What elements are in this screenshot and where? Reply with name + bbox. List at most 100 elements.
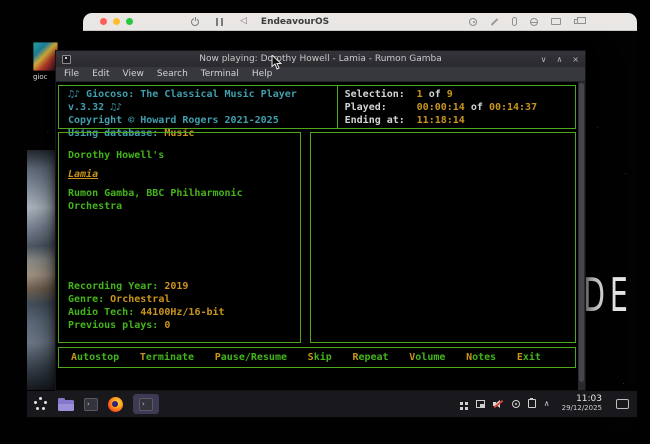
windows-icon[interactable] bbox=[574, 19, 581, 24]
updates-icon[interactable] bbox=[460, 402, 463, 405]
previous-plays-line: Previous plays: 0 bbox=[68, 319, 291, 332]
terminal-window-buttons: ∨ ∧ × bbox=[541, 55, 579, 64]
giocoso-tui: ♫♪ Giocoso: The Classical Music Player v… bbox=[58, 85, 576, 368]
selection-total: 9 bbox=[447, 89, 453, 100]
traffic-lights bbox=[100, 18, 133, 25]
performers-line: Rumon Gamba, BBC Philharmonic Orchestra bbox=[68, 187, 291, 213]
display-icon[interactable] bbox=[551, 18, 561, 25]
control-exit[interactable]: Exit bbox=[517, 351, 541, 364]
terminal-window-title: Now playing: Dorothy Howell - Lamia - Ru… bbox=[56, 54, 585, 64]
brightness-icon[interactable] bbox=[512, 400, 520, 408]
previous-plays-label: Previous plays: bbox=[68, 320, 158, 331]
vm-titlebar[interactable]: ◁ EndeavourOS bbox=[83, 13, 637, 31]
tui-header: ♫♪ Giocoso: The Classical Music Player v… bbox=[58, 85, 576, 129]
track-top-group: Dorothy Howell's Lamia Rumon Gamba, BBC … bbox=[68, 149, 291, 219]
terminal-app-icon bbox=[62, 55, 71, 64]
system-tray: ∧ 11:03 29/12/2025 bbox=[460, 395, 629, 413]
control-terminate[interactable]: Terminate bbox=[140, 351, 194, 364]
power-icon[interactable] bbox=[191, 18, 199, 26]
close-window-button[interactable] bbox=[100, 18, 107, 25]
vm-toolbar-left: ◁ bbox=[191, 17, 247, 26]
track-info-panel: Dorothy Howell's Lamia Rumon Gamba, BBC … bbox=[58, 132, 301, 343]
ending-label: Ending at: bbox=[345, 114, 411, 127]
played-value: 00:00:14 bbox=[417, 102, 465, 113]
audio-tech-line: Audio Tech: 44100Hz/16-bit bbox=[68, 306, 291, 319]
file-manager-icon[interactable] bbox=[58, 400, 74, 411]
selection-value: 1 bbox=[417, 89, 423, 100]
previous-plays-value: 0 bbox=[164, 320, 170, 331]
active-terminal-icon: › bbox=[139, 398, 153, 411]
eject-icon[interactable]: ◁ bbox=[240, 17, 247, 26]
minimize-window-button[interactable] bbox=[113, 18, 120, 25]
ending-value: 11:18:14 bbox=[417, 115, 465, 126]
applications-menu-icon[interactable] bbox=[33, 397, 48, 412]
menu-terminal[interactable]: Terminal bbox=[201, 69, 239, 79]
firefox-icon[interactable] bbox=[108, 397, 123, 412]
clock-date: 29/12/2025 bbox=[562, 405, 602, 413]
control-notes[interactable]: Notes bbox=[466, 351, 496, 364]
work-title: Lamia bbox=[68, 168, 291, 181]
gear-icon[interactable] bbox=[469, 18, 477, 26]
usb-icon[interactable] bbox=[512, 17, 517, 26]
volume-muted-icon[interactable] bbox=[493, 399, 504, 409]
terminal-titlebar[interactable]: Now playing: Dorothy Howell - Lamia - Ru… bbox=[56, 51, 585, 67]
tui-body: Dorothy Howell's Lamia Rumon Gamba, BBC … bbox=[58, 132, 576, 343]
audio-tech-value: 44100Hz/16-bit bbox=[140, 307, 224, 318]
scrollbar-thumb[interactable] bbox=[579, 83, 584, 382]
wallpaper-stars bbox=[27, 31, 28, 32]
clipboard-icon[interactable] bbox=[528, 399, 536, 408]
control-repeat[interactable]: Repeat bbox=[352, 351, 388, 364]
zoom-window-button[interactable] bbox=[126, 18, 133, 25]
screenshot-root: ◁ EndeavourOS DE gioc bbox=[0, 0, 650, 444]
played-line: Played: 00:00:14 of 00:14:37 bbox=[345, 101, 575, 114]
menu-help[interactable]: Help bbox=[252, 69, 273, 79]
wallpaper-planet bbox=[27, 150, 57, 390]
terminal-scrollbar[interactable] bbox=[578, 82, 585, 390]
terminal-window: Now playing: Dorothy Howell - Lamia - Ru… bbox=[55, 50, 586, 391]
vm-toolbar-right bbox=[469, 17, 581, 26]
active-window-task-button[interactable]: › bbox=[133, 394, 159, 414]
vm-window-title: EndeavourOS bbox=[261, 17, 329, 27]
played-label: Played: bbox=[345, 101, 411, 114]
track-meta-group: Recording Year: 2019 Genre: Orchestral A… bbox=[68, 280, 291, 332]
menu-file[interactable]: File bbox=[64, 69, 79, 79]
terminal-menubar: File Edit View Search Terminal Help bbox=[56, 67, 585, 82]
app-title-line: ♫♪ Giocoso: The Classical Music Player v… bbox=[68, 88, 337, 114]
taskbar-launchers: › › bbox=[33, 394, 159, 414]
control-skip[interactable]: Skip bbox=[308, 351, 332, 364]
recording-year-label: Recording Year: bbox=[68, 281, 158, 292]
selection-of: of bbox=[429, 89, 441, 100]
window-tray-icon[interactable] bbox=[476, 400, 485, 408]
mouse-cursor bbox=[271, 55, 282, 74]
genre-line: Genre: Orchestral bbox=[68, 293, 291, 306]
wallpaper-text: DE bbox=[583, 268, 633, 322]
selection-label: Selection: bbox=[345, 88, 411, 101]
genre-value: Orchestral bbox=[110, 294, 170, 305]
close-icon[interactable]: × bbox=[572, 55, 579, 64]
menu-view[interactable]: View bbox=[123, 69, 144, 79]
recording-year-value: 2019 bbox=[164, 281, 188, 292]
tray-expand-chevron-icon[interactable]: ∧ bbox=[544, 399, 550, 408]
terminal-launcher-icon[interactable]: › bbox=[84, 398, 98, 411]
composer-line: Dorothy Howell's bbox=[68, 149, 291, 162]
tui-header-right: Selection: 1 of 9 Played: 00:00:14 of 00 bbox=[338, 86, 575, 128]
played-of: of bbox=[471, 102, 483, 113]
pause-icon[interactable] bbox=[216, 18, 223, 26]
minimize-icon[interactable]: ∨ bbox=[541, 55, 547, 64]
played-total: 00:14:37 bbox=[489, 102, 537, 113]
ending-line: Ending at: 11:18:14 bbox=[345, 114, 575, 127]
control-volume[interactable]: Volume bbox=[409, 351, 445, 364]
tui-header-left: ♫♪ Giocoso: The Classical Music Player v… bbox=[59, 86, 338, 128]
menu-edit[interactable]: Edit bbox=[92, 69, 109, 79]
show-desktop-icon[interactable] bbox=[616, 399, 629, 409]
terminal-content: ♫♪ Giocoso: The Classical Music Player v… bbox=[56, 82, 585, 390]
wrench-icon[interactable] bbox=[491, 18, 499, 26]
globe-icon[interactable] bbox=[530, 18, 538, 26]
album-art-panel bbox=[310, 132, 576, 343]
control-autostop[interactable]: Autostop bbox=[71, 351, 119, 364]
clock[interactable]: 11:03 29/12/2025 bbox=[562, 395, 602, 413]
menu-search[interactable]: Search bbox=[157, 69, 188, 79]
copyright-line: Copyright © Howard Rogers 2021-2025 bbox=[68, 114, 337, 127]
control-pause-resume[interactable]: Pause/Resume bbox=[215, 351, 287, 364]
maximize-icon[interactable]: ∧ bbox=[556, 55, 562, 64]
